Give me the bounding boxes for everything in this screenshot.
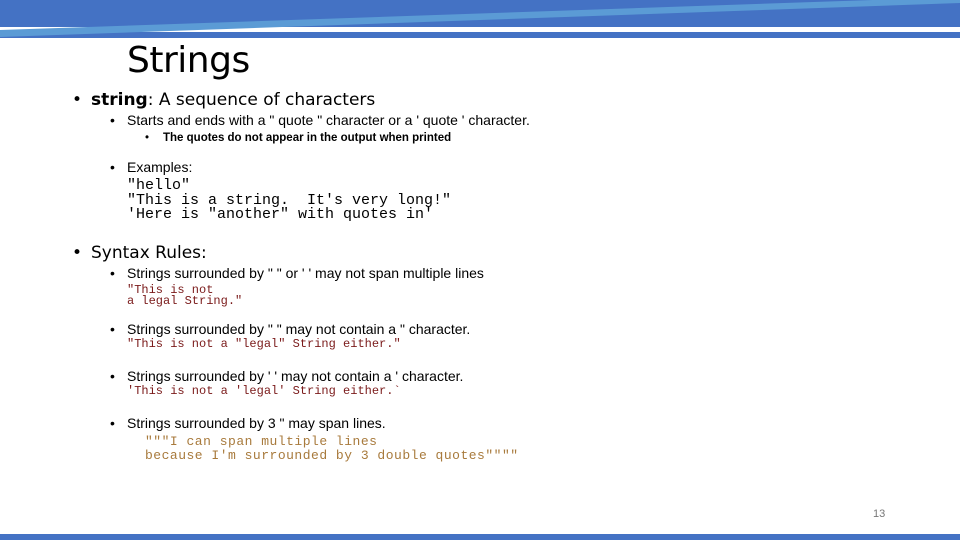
syntax-rule-text: Strings surrounded by ' ' may not contai… bbox=[127, 368, 464, 384]
bullet-icon: • bbox=[110, 159, 115, 175]
bullet-icon: • bbox=[145, 132, 150, 144]
header-rule bbox=[0, 32, 960, 38]
definition-sub-text: Starts and ends with a " quote " charact… bbox=[127, 112, 530, 128]
bullet-icon: • bbox=[110, 265, 115, 281]
slide-title: Strings bbox=[127, 40, 250, 81]
syntax-rule-code: "This is not a legal String." bbox=[127, 283, 243, 308]
syntax-rule-code: """I can span multiple lines because I'm… bbox=[145, 434, 519, 463]
syntax-rule-text: Strings surrounded by 3 " may span lines… bbox=[127, 415, 386, 431]
examples-label: Examples: bbox=[127, 159, 193, 175]
bullet-icon: • bbox=[110, 415, 115, 431]
header-graphic bbox=[0, 0, 960, 38]
syntax-rule-text: Strings surrounded by " " may not contai… bbox=[127, 321, 471, 337]
bullet-icon: • bbox=[110, 368, 115, 384]
page-number: 13 bbox=[873, 508, 886, 520]
syntax-rule-text: Strings surrounded by " " or ' ' may not… bbox=[127, 265, 484, 281]
slide-header-banner bbox=[0, 0, 960, 40]
bullet-icon: • bbox=[72, 243, 83, 263]
example-line: 'Here is "another" with quotes in' bbox=[127, 206, 434, 223]
definition-text: : A sequence of characters bbox=[147, 90, 376, 110]
example-line: "hello" bbox=[127, 177, 191, 194]
syntax-rule-code: 'This is not a 'legal' String either.` bbox=[127, 384, 401, 398]
syntax-rules-label: Syntax Rules: bbox=[91, 243, 207, 263]
definition-subsub-text: The quotes do not appear in the output w… bbox=[163, 132, 452, 144]
bullet-icon: • bbox=[110, 112, 115, 128]
definition-term: string bbox=[91, 90, 148, 110]
bullet-icon: • bbox=[110, 321, 115, 337]
footer-bar bbox=[0, 534, 960, 540]
syntax-rule-code: "This is not a "legal" String either." bbox=[127, 337, 401, 351]
bullet-icon: • bbox=[72, 90, 83, 110]
